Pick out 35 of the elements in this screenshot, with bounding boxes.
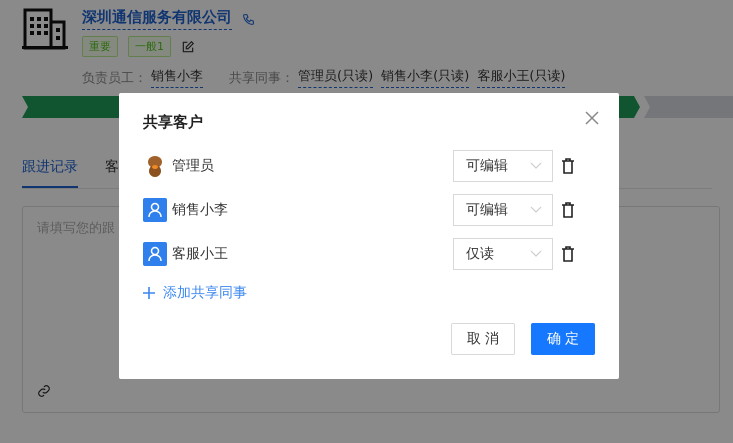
- plus-icon: [143, 287, 155, 299]
- shared-colleague[interactable]: 销售小李(只读): [381, 67, 470, 88]
- chevron-down-icon: [530, 162, 542, 170]
- ok-button[interactable]: 确 定: [531, 323, 595, 355]
- shared-colleague[interactable]: 管理员(只读): [298, 67, 374, 88]
- permission-select[interactable]: 可编辑: [453, 194, 553, 226]
- owner-name[interactable]: 销售小李: [151, 67, 203, 88]
- cancel-button[interactable]: 取 消: [451, 323, 515, 355]
- delete-icon[interactable]: [561, 202, 575, 218]
- shared-label: 共享同事：: [229, 70, 294, 86]
- tab[interactable]: 跟进记录: [22, 158, 78, 188]
- shared-colleague[interactable]: 客服小王(只读): [477, 67, 566, 88]
- user-avatar-icon: [143, 242, 167, 266]
- link-icon[interactable]: [37, 384, 51, 398]
- member-name: 销售小李: [172, 201, 229, 219]
- chevron-down-icon: [530, 250, 542, 258]
- dialog-title: 共享客户: [143, 113, 203, 132]
- tag: 重要: [82, 36, 118, 57]
- owner-label: 负责员工：: [82, 70, 147, 86]
- member-name: 客服小王: [172, 245, 229, 263]
- delete-icon[interactable]: [561, 158, 575, 174]
- user-avatar-icon: [143, 198, 167, 222]
- tab[interactable]: 客: [105, 158, 119, 188]
- add-colleague-button[interactable]: 添加共享同事: [143, 284, 247, 302]
- chevron-down-icon: [530, 206, 542, 214]
- delete-icon[interactable]: [561, 246, 575, 262]
- phone-icon[interactable]: [242, 12, 255, 26]
- edit-icon[interactable]: [181, 40, 195, 54]
- permission-select[interactable]: 仅读: [453, 238, 553, 270]
- tag: 一般1: [128, 36, 171, 57]
- building-icon: [22, 8, 68, 50]
- company-name[interactable]: 深圳通信服务有限公司: [82, 8, 232, 30]
- permission-select[interactable]: 可编辑: [453, 150, 553, 182]
- close-button[interactable]: [585, 111, 599, 125]
- member-name: 管理员: [172, 157, 215, 175]
